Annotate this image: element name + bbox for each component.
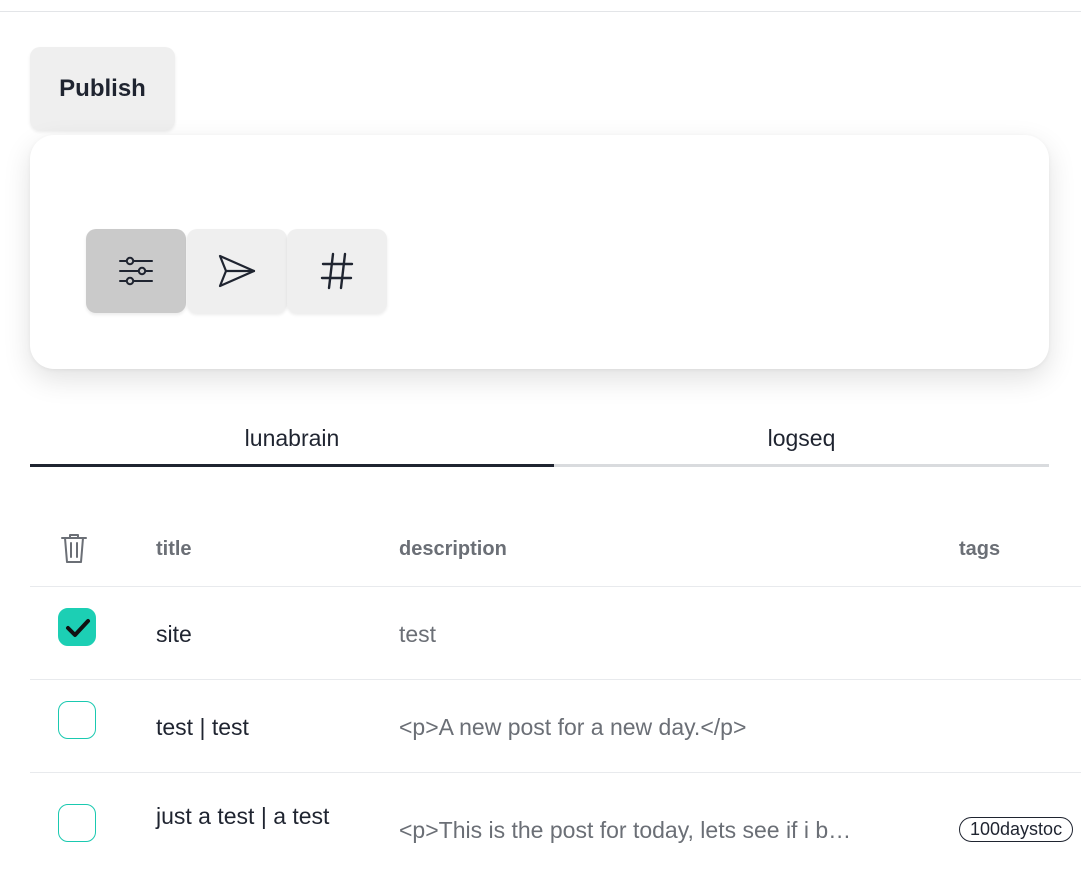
- row-title: site: [156, 621, 192, 647]
- hash-icon: [320, 252, 354, 290]
- row-title: just a test | a test: [156, 803, 330, 829]
- row-description: test: [399, 621, 437, 647]
- column-header-tags: tags: [959, 538, 1001, 560]
- tag-badge[interactable]: 100daystoc: [959, 817, 1074, 842]
- row-checkbox[interactable]: [58, 608, 96, 646]
- tab-bar: lunabrain logseq: [30, 412, 1049, 468]
- send-tool-button[interactable]: [187, 229, 287, 313]
- row-title: test | test: [156, 714, 249, 740]
- row-checkbox[interactable]: [58, 804, 96, 842]
- checkmark-icon: [66, 619, 90, 637]
- tab-logseq[interactable]: logseq: [554, 412, 1049, 467]
- settings-tool-button[interactable]: [86, 229, 186, 313]
- row-checkbox[interactable]: [58, 701, 96, 739]
- table-row: site test: [30, 587, 1081, 680]
- tab-lunabrain[interactable]: lunabrain: [30, 412, 554, 467]
- row-description: <p>This is the post for today, lets see …: [399, 817, 852, 843]
- table-row: test | test <p>A new post for a new day.…: [30, 680, 1081, 773]
- tool-panel: [30, 135, 1049, 369]
- row-description: <p>A new post for a new day.</p>: [399, 714, 747, 740]
- sliders-icon: [118, 255, 154, 287]
- table-header: title description tags: [30, 510, 1081, 587]
- trash-icon[interactable]: [60, 532, 88, 569]
- hashtag-tool-button[interactable]: [287, 229, 387, 313]
- publish-button[interactable]: Publish: [30, 47, 175, 130]
- send-icon: [217, 253, 257, 289]
- column-header-title: title: [156, 538, 192, 560]
- top-border: [0, 0, 1081, 12]
- table-row: just a test | a test <p>This is the post…: [30, 773, 1081, 893]
- column-header-description: description: [399, 538, 507, 560]
